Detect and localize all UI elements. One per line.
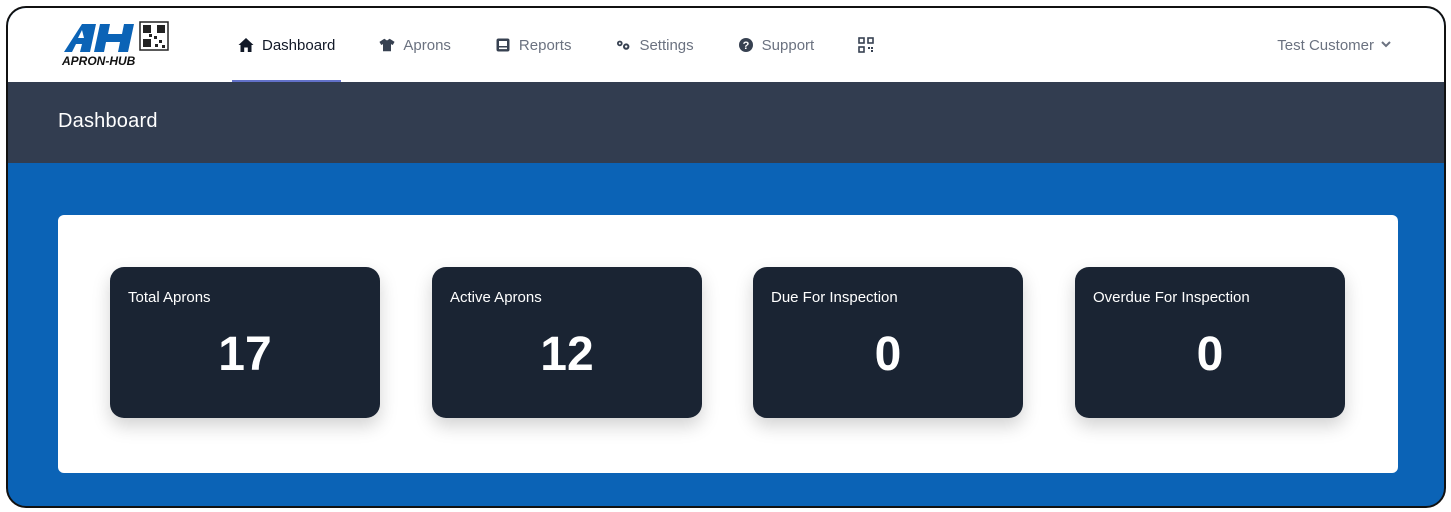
nav-reports[interactable]: Reports: [489, 8, 578, 82]
nav-aprons-label: Aprons: [403, 36, 451, 54]
nav-dashboard-label: Dashboard: [262, 36, 336, 54]
qr-code-icon: [858, 37, 875, 53]
stat-card-due-for-inspection[interactable]: Due For Inspection 0: [753, 267, 1023, 418]
stat-card-active-aprons[interactable]: Active Aprons 12: [432, 267, 702, 418]
nav-settings[interactable]: Settings: [609, 8, 699, 82]
report-icon: [495, 37, 511, 53]
user-name: Test Customer: [1277, 36, 1374, 54]
main-nav: Dashboard Aprons Reports Settings ? Supp…: [232, 8, 912, 82]
nav-dashboard[interactable]: Dashboard: [232, 8, 342, 82]
gears-icon: [615, 37, 631, 53]
stat-label: Active Aprons: [450, 289, 542, 306]
stat-label: Overdue For Inspection: [1093, 289, 1250, 306]
brand-wordmark: APRON-HUB: [61, 54, 136, 68]
nav-support-label: Support: [761, 36, 815, 54]
stat-value: 12: [540, 328, 594, 381]
nav-qr-code[interactable]: [852, 8, 880, 82]
stat-card-total-aprons[interactable]: Total Aprons 17: [110, 267, 380, 418]
top-navbar: APRON-HUB Dashboard Aprons Reports Setti…: [8, 8, 1444, 82]
nav-settings-label: Settings: [639, 36, 694, 54]
stat-value: 17: [218, 328, 272, 381]
stat-value: 0: [874, 328, 902, 381]
nav-aprons[interactable]: Aprons: [373, 8, 457, 82]
nav-support[interactable]: ? Support: [732, 8, 821, 82]
stat-card-overdue-for-inspection[interactable]: Overdue For Inspection 0: [1075, 267, 1345, 418]
page-header: Dashboard: [8, 82, 1444, 163]
svg-text:?: ?: [742, 40, 749, 52]
home-icon: [238, 37, 254, 53]
nav-reports-label: Reports: [518, 36, 572, 54]
user-menu[interactable]: Test Customer: [1277, 8, 1392, 82]
page-title: Dashboard: [58, 110, 158, 132]
stat-label: Total Aprons: [128, 289, 211, 306]
stat-value: 0: [1196, 328, 1224, 381]
apron-hub-logo[interactable]: APRON-HUB: [60, 18, 186, 68]
app-window: APRON-HUB Dashboard Aprons Reports Setti…: [6, 6, 1446, 508]
chevron-down-icon: [1380, 37, 1392, 54]
question-circle-icon: ?: [738, 37, 754, 53]
shirt-icon: [379, 37, 395, 53]
stat-label: Due For Inspection: [771, 289, 898, 306]
stats-panel: Total Aprons 17 Active Aprons 12 Due For…: [58, 215, 1398, 473]
